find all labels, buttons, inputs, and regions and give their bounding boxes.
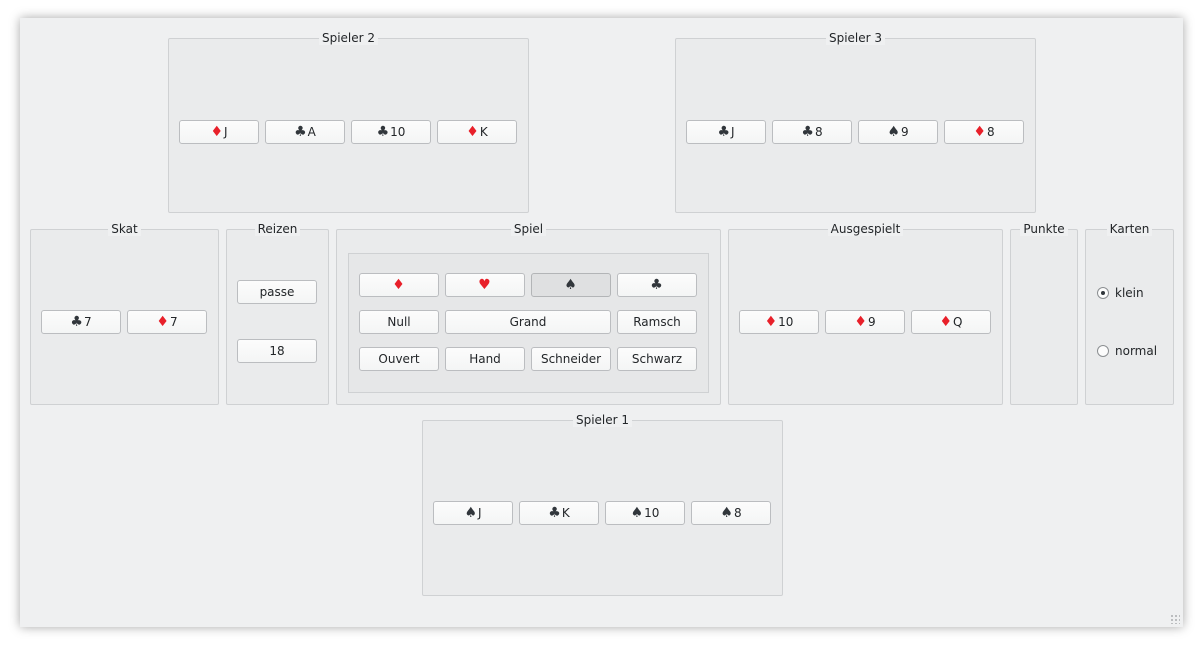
card-rank: Q <box>953 315 963 329</box>
spade-icon: ♠ <box>630 505 644 521</box>
pass-button[interactable]: passe <box>237 280 317 304</box>
skat-window: Spieler 2 ♦ J ♣ A ♣ 10 ♦ K Spieler 3 ♣ J ♣ 8 ♠… <box>20 18 1183 627</box>
group-spieler-2: Spieler 2 ♦ J ♣ A ♣ 10 ♦ K <box>168 31 529 213</box>
grand-button[interactable]: Grand <box>445 310 611 334</box>
card-rank: K <box>561 506 570 520</box>
radio-klein[interactable]: klein <box>1097 286 1144 300</box>
group-spieler-3: Spieler 3 ♣ J ♣ 8 ♠ 9 ♦ 8 <box>675 31 1036 213</box>
spieler2-card-2[interactable]: ♣ A <box>265 120 345 144</box>
group-reizen: Reizen passe 18 <box>226 222 329 405</box>
diamond-icon: ♦ <box>210 124 223 140</box>
card-rank: K <box>479 125 488 139</box>
club-icon: ♣ <box>294 124 307 140</box>
spieler3-card-2[interactable]: ♣ 8 <box>772 120 852 144</box>
played-card-1[interactable]: ♦ 10 <box>739 310 819 334</box>
card-rank: J <box>731 125 735 139</box>
card-rank: 8 <box>814 125 823 139</box>
spieler2-card-1[interactable]: ♦ J <box>179 120 259 144</box>
group-title-punkte: Punkte <box>1020 222 1068 236</box>
card-rank: 9 <box>867 315 876 329</box>
club-icon: ♣ <box>650 277 663 293</box>
hand-button[interactable]: Hand <box>445 347 525 371</box>
radio-label-klein: klein <box>1115 286 1144 300</box>
group-karten: Karten klein normal <box>1085 222 1174 405</box>
diamond-icon: ♦ <box>854 314 867 330</box>
spieler1-card-3[interactable]: ♠ 10 <box>605 501 685 525</box>
diamond-icon: ♦ <box>939 314 953 330</box>
group-spiel: Spiel ♦ ♥ ♠ ♣ Null Grand Ramsch Ouvert H… <box>336 222 721 405</box>
group-title-reizen: Reizen <box>254 222 301 236</box>
card-rank: 10 <box>644 506 660 520</box>
group-title-ausgespielt: Ausgespielt <box>827 222 904 236</box>
resize-grip-icon[interactable] <box>1170 614 1180 624</box>
club-icon: ♣ <box>376 124 390 140</box>
diamond-icon: ♦ <box>973 124 986 140</box>
diamond-icon: ♦ <box>466 124 479 140</box>
ouvert-button[interactable]: Ouvert <box>359 347 439 371</box>
played-card-3[interactable]: ♦ Q <box>911 310 991 334</box>
spieler1-card-4[interactable]: ♠ 8 <box>691 501 771 525</box>
bid-button[interactable]: 18 <box>237 339 317 363</box>
group-spieler-1: Spieler 1 ♠ J ♣ K ♠ 10 ♠ 8 <box>422 413 783 596</box>
group-title-spieler-2: Spieler 2 <box>318 31 379 45</box>
card-rank: 7 <box>169 315 178 329</box>
club-icon: ♣ <box>70 314 83 330</box>
group-title-spieler-3: Spieler 3 <box>825 31 886 45</box>
group-punkte: Punkte <box>1010 222 1078 405</box>
card-rank: 10 <box>390 125 406 139</box>
skat-card-2[interactable]: ♦ 7 <box>127 310 207 334</box>
club-icon: ♣ <box>717 124 730 140</box>
schwarz-button[interactable]: Schwarz <box>617 347 697 371</box>
spieler2-card-4[interactable]: ♦ K <box>437 120 517 144</box>
spade-icon: ♠ <box>464 505 477 521</box>
heart-icon: ♥ <box>478 277 491 293</box>
diamond-icon: ♦ <box>392 277 405 293</box>
spieler3-card-1[interactable]: ♣ J <box>686 120 766 144</box>
club-icon: ♣ <box>801 124 814 140</box>
null-button[interactable]: Null <box>359 310 439 334</box>
schneider-button[interactable]: Schneider <box>531 347 611 371</box>
group-ausgespielt: Ausgespielt ♦ 10 ♦ 9 ♦ Q <box>728 222 1003 405</box>
spieler3-card-4[interactable]: ♦ 8 <box>944 120 1024 144</box>
card-rank: 10 <box>778 315 794 329</box>
radio-normal[interactable]: normal <box>1097 344 1157 358</box>
spade-icon: ♠ <box>887 124 900 140</box>
ramsch-button[interactable]: Ramsch <box>617 310 697 334</box>
group-title-skat: Skat <box>108 222 141 236</box>
card-rank: 9 <box>900 125 909 139</box>
club-icon: ♣ <box>548 505 561 521</box>
played-card-2[interactable]: ♦ 9 <box>825 310 905 334</box>
group-skat: Skat ♣ 7 ♦ 7 <box>30 222 219 405</box>
diamond-icon: ♦ <box>764 314 778 330</box>
card-rank: 7 <box>83 315 92 329</box>
trump-clubs-button[interactable]: ♣ <box>617 273 697 297</box>
radio-button-unchecked[interactable] <box>1097 345 1109 357</box>
diamond-icon: ♦ <box>156 314 169 330</box>
trump-spades-button[interactable]: ♠ <box>531 273 611 297</box>
spieler2-card-3[interactable]: ♣ 10 <box>351 120 431 144</box>
radio-button-checked[interactable] <box>1097 287 1109 299</box>
group-title-spiel: Spiel <box>510 222 547 236</box>
card-rank: 8 <box>733 506 742 520</box>
trump-hearts-button[interactable]: ♥ <box>445 273 525 297</box>
card-rank: J <box>224 125 228 139</box>
trump-diamonds-button[interactable]: ♦ <box>359 273 439 297</box>
card-rank: J <box>478 506 482 520</box>
spieler3-card-3[interactable]: ♠ 9 <box>858 120 938 144</box>
skat-card-1[interactable]: ♣ 7 <box>41 310 121 334</box>
spieler1-card-1[interactable]: ♠ J <box>433 501 513 525</box>
spade-icon: ♠ <box>564 277 577 293</box>
card-rank: A <box>307 125 316 139</box>
group-title-spieler-1: Spieler 1 <box>572 413 633 427</box>
radio-label-normal: normal <box>1115 344 1158 358</box>
game-options-frame: ♦ ♥ ♠ ♣ Null Grand Ramsch Ouvert Hand Sc… <box>348 253 709 393</box>
group-title-karten: Karten <box>1106 222 1153 236</box>
card-rank: 8 <box>986 125 995 139</box>
spieler1-card-2[interactable]: ♣ K <box>519 501 599 525</box>
spade-icon: ♠ <box>720 505 733 521</box>
